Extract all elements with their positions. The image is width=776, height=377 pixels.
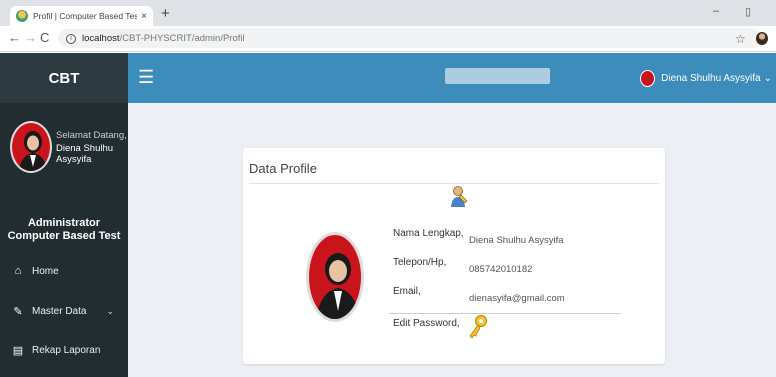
edit-password-label: Edit Password, bbox=[393, 318, 460, 329]
profile-photo bbox=[306, 232, 364, 322]
role-line-1: Administrator bbox=[27, 217, 101, 229]
info-icon[interactable]: i bbox=[66, 33, 76, 44]
new-tab-button[interactable]: + bbox=[161, 6, 170, 21]
avatar-photo-icon bbox=[315, 253, 361, 319]
chevron-down-icon: ⌄ bbox=[763, 73, 772, 84]
avatar bbox=[640, 70, 656, 87]
sidebar-item-home[interactable]: ⌂ Home bbox=[0, 260, 128, 282]
favicon-icon bbox=[16, 10, 28, 22]
topbar-user-name: Diena Shulhu Asysyifa bbox=[661, 73, 761, 84]
profile-card: Data Profile Nama Lengkap, Diena Shulhu … bbox=[243, 148, 665, 364]
home-icon: ⌂ bbox=[14, 265, 22, 277]
role-line-2: Computer Based Test bbox=[7, 230, 121, 242]
divider bbox=[249, 183, 659, 184]
sidebar-item-label: Rekap Laporan bbox=[32, 344, 101, 356]
reload-icon[interactable]: C bbox=[40, 31, 49, 45]
faded-notification bbox=[445, 68, 550, 84]
key-icon[interactable] bbox=[467, 314, 489, 340]
back-icon[interactable]: ← bbox=[8, 31, 21, 45]
browser-tab[interactable]: Profil | Computer Based Test (CBT × bbox=[10, 6, 153, 26]
minimize-button[interactable]: – bbox=[713, 5, 719, 17]
url-field[interactable]: i localhost/CBT-PHYSCRIT/admin/Profil bbox=[58, 29, 763, 48]
forward-icon[interactable]: → bbox=[24, 31, 37, 45]
user-panel: Selamat Datang, Diena Shulhu Asysyifa bbox=[0, 103, 128, 193]
name-value: Diena Shulhu Asysyifa bbox=[469, 235, 564, 246]
browser-tab-bar: Profil | Computer Based Test (CBT × + – … bbox=[0, 0, 776, 26]
sidebar-user-name: Diena Shulhu Asysyifa bbox=[56, 143, 114, 165]
edit-icon: ✎ bbox=[13, 305, 23, 318]
avatar bbox=[10, 121, 52, 173]
phone-label: Telepon/Hp, bbox=[393, 257, 447, 268]
sidebar-item-rekap-laporan[interactable]: ▤ Rekap Laporan bbox=[0, 339, 128, 361]
sidebar-item-label: Home bbox=[32, 265, 59, 277]
phone-value: 085742010182 bbox=[469, 264, 533, 275]
url-host: localhost bbox=[82, 33, 120, 44]
edit-user-icon bbox=[451, 186, 468, 207]
restore-button[interactable]: ▯ bbox=[745, 5, 751, 18]
url-path: /CBT-PHYSCRIT/admin/Profil bbox=[119, 33, 245, 44]
brand-logo[interactable]: CBT bbox=[0, 53, 128, 103]
sidebar-item-master-data[interactable]: ✎ Master Data ⌄ bbox=[0, 300, 128, 322]
address-bar-row: ← → C i localhost/CBT-PHYSCRIT/admin/Pro… bbox=[0, 26, 776, 52]
tab-title: Profil | Computer Based Test (CBT bbox=[33, 11, 138, 21]
user-menu[interactable]: Diena Shulhu Asysyifa ⌄ bbox=[640, 70, 772, 87]
name-label: Nama Lengkap, bbox=[393, 228, 464, 239]
email-value: dienasyifa@gmail.com bbox=[469, 293, 565, 304]
sidebar: CBT Selamat Datang, Diena Shulhu Asysyif… bbox=[0, 53, 128, 377]
browser-profile-icon[interactable] bbox=[756, 32, 768, 45]
divider bbox=[389, 313, 621, 314]
welcome-text: Selamat Datang, bbox=[56, 130, 127, 141]
chevron-down-icon: ⌄ bbox=[106, 305, 114, 316]
sidebar-item-label: Master Data bbox=[32, 305, 87, 317]
document-icon: ▤ bbox=[12, 344, 24, 357]
role-label: Administrator Computer Based Test bbox=[0, 217, 128, 243]
email-label: Email, bbox=[393, 286, 421, 297]
close-tab-icon[interactable]: × bbox=[141, 11, 147, 22]
avatar-photo-icon bbox=[18, 131, 48, 171]
page-title: Data Profile bbox=[249, 161, 317, 176]
menu-toggle-icon[interactable]: ☰ bbox=[138, 68, 154, 86]
bookmark-star-icon[interactable]: ☆ bbox=[735, 32, 746, 46]
